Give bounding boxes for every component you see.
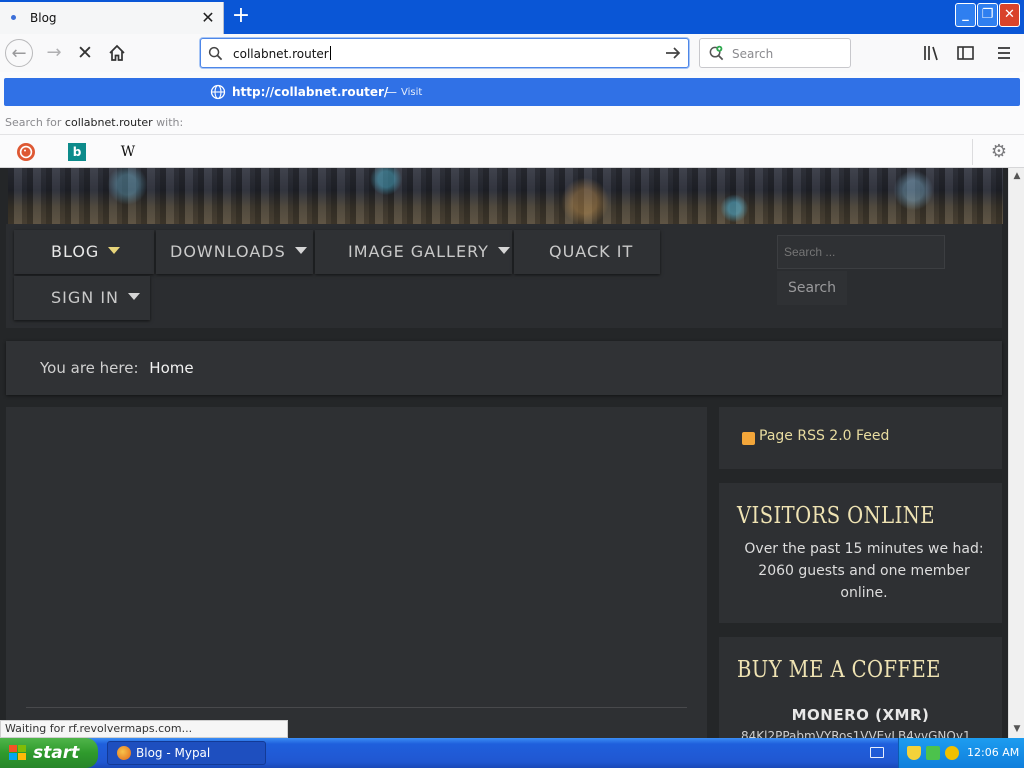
menu-item-downloads[interactable]: DOWNLOADS <box>156 230 313 274</box>
search-icon <box>208 46 223 61</box>
menu-item-quack-it[interactable]: QUACK IT <box>514 230 660 274</box>
status-bar-text: Waiting for rf.revolvermaps.com... <box>0 720 288 738</box>
taskbar-item-label: Blog - Mypal <box>136 746 211 760</box>
clock: 12:06 AM <box>967 746 1020 759</box>
search-for-suffix: with: <box>156 116 184 129</box>
rss-icon <box>742 432 755 445</box>
main-content-area <box>6 407 707 738</box>
back-button[interactable]: ← <box>5 39 33 67</box>
search-for-prefix: Search for <box>5 116 62 129</box>
suggestion-url: http://collabnet.router/ <box>232 85 389 99</box>
visitors-text: Over the past 15 minutes we had: 2060 gu… <box>744 541 984 601</box>
menu-item-label: BLOG <box>51 242 100 261</box>
web-page: BLOG DOWNLOADS IMAGE GALLERY QUACK IT SI… <box>0 168 1008 738</box>
monero-heading: MONERO (XMR) <box>791 706 930 724</box>
navigation-toolbar: ← → ✕ collabnet.router Search <box>0 34 1024 72</box>
menu-item-sign-in[interactable]: SIGN IN <box>14 276 150 320</box>
coffee-title: BUY ME A COFFEE <box>737 657 941 683</box>
tab-blog[interactable]: Blog ✕ <box>0 2 224 34</box>
go-arrow-icon[interactable] <box>664 44 682 62</box>
suggestion-visit-row[interactable]: http://collabnet.router/ — Visit <box>4 78 1020 106</box>
search-box[interactable]: Search <box>699 38 851 68</box>
menu-item-label: QUACK IT <box>549 242 634 261</box>
library-icon[interactable] <box>922 43 944 63</box>
new-tab-button[interactable]: + <box>228 4 254 30</box>
site-search-button[interactable]: Search <box>777 271 847 305</box>
tab-favicon-icon <box>11 15 16 20</box>
dropdown-arrow-icon <box>128 293 141 300</box>
window-maximize-button[interactable]: ❐ <box>977 3 998 27</box>
keyboard-icon[interactable] <box>870 747 884 758</box>
start-button[interactable]: start <box>0 738 98 768</box>
scroll-up-icon[interactable]: ▲ <box>1011 169 1023 183</box>
tab-title: Blog <box>30 11 57 25</box>
search-for-label: Search for collabnet.router with: <box>5 116 183 129</box>
stop-button[interactable]: ✕ <box>71 39 99 67</box>
menu-item-label: DOWNLOADS <box>170 242 286 261</box>
url-text: collabnet.router <box>233 47 329 61</box>
search-placeholder: Search <box>732 47 774 61</box>
home-icon <box>109 44 125 61</box>
text-caret <box>329 46 331 60</box>
search-for-term: collabnet.router <box>64 116 153 129</box>
visitors-title: VISITORS ONLINE <box>737 503 935 529</box>
tab-close-button[interactable]: ✕ <box>198 8 218 28</box>
forward-button[interactable]: → <box>40 39 68 67</box>
url-autocomplete-popup: http://collabnet.router/ — Visit Search … <box>0 72 1024 168</box>
url-input[interactable]: collabnet.router <box>233 46 331 61</box>
one-off-search-engines: b W ⚙ <box>0 134 1024 168</box>
taskbar-item-browser[interactable]: Blog - Mypal <box>107 741 266 765</box>
rss-feed-module: Page RSS 2.0 Feed <box>719 407 1002 469</box>
dropdown-arrow-icon <box>497 247 510 254</box>
shield-icon[interactable] <box>907 746 921 760</box>
gear-icon[interactable]: ⚙ <box>989 142 1009 162</box>
windows-logo-icon <box>9 745 26 760</box>
scroll-down-icon[interactable]: ▼ <box>1011 722 1023 736</box>
hamburger-menu-icon[interactable] <box>993 43 1015 63</box>
bing-icon[interactable]: b <box>68 143 86 161</box>
home-button[interactable] <box>103 39 131 67</box>
network-icon[interactable] <box>926 746 940 760</box>
visitors-online-module: VISITORS ONLINE Over the past 15 minutes… <box>719 483 1002 623</box>
breadcrumb: You are here: Home <box>6 341 1002 395</box>
menu-item-blog[interactable]: BLOG <box>14 230 154 274</box>
suggestion-action: Visit <box>401 87 423 98</box>
divider <box>26 707 687 708</box>
wikipedia-icon[interactable]: W <box>119 143 137 161</box>
breadcrumb-home-link[interactable]: Home <box>149 359 193 377</box>
divider <box>972 139 973 165</box>
site-search-input[interactable] <box>777 235 945 269</box>
menu-item-label: SIGN IN <box>51 288 120 307</box>
duckduckgo-icon[interactable] <box>17 143 35 161</box>
windows-taskbar: start Blog - Mypal 12:06 AM <box>0 738 1024 768</box>
vertical-scrollbar[interactable]: ▲ ▼ <box>1008 168 1024 738</box>
breadcrumb-prefix: You are here: <box>40 359 139 377</box>
site-banner-image <box>8 168 1003 224</box>
search-engine-icon[interactable] <box>708 45 725 62</box>
window-close-button[interactable]: ✕ <box>999 3 1020 27</box>
dropdown-arrow-icon <box>294 247 307 254</box>
buy-me-a-coffee-module: BUY ME A COFFEE MONERO (XMR) 84Kl2PPabmV… <box>719 637 1002 738</box>
dropdown-arrow-icon <box>108 247 121 254</box>
sidebar-icon[interactable] <box>955 43 977 63</box>
suggestion-separator: — <box>385 85 397 99</box>
monero-address: 84Kl2PPabmVYRos1VVEvLB4yvGNOy1 <box>741 729 971 738</box>
start-label: start <box>33 743 80 763</box>
title-bar: Blog ✕ + _ ❐ ✕ <box>0 0 1024 34</box>
menu-item-image-gallery[interactable]: IMAGE GALLERY <box>315 230 512 274</box>
system-tray: 12:06 AM <box>870 738 1024 768</box>
url-bar[interactable]: collabnet.router <box>200 38 689 68</box>
menu-item-label: IMAGE GALLERY <box>348 242 489 261</box>
rss-feed-link[interactable]: Page RSS 2.0 Feed <box>759 428 889 444</box>
browser-icon <box>117 746 131 760</box>
globe-icon <box>210 84 226 100</box>
window-minimize-button[interactable]: _ <box>955 3 976 27</box>
search-tray-icon[interactable] <box>945 746 959 760</box>
